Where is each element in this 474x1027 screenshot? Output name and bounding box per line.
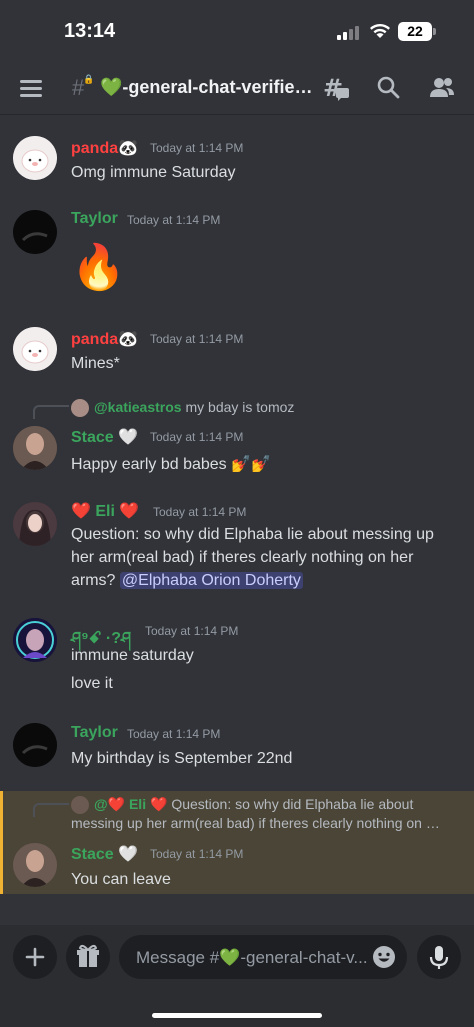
timestamp: Today at 1:14 PM xyxy=(150,332,244,346)
message-emoji: 🔥 xyxy=(71,243,126,292)
members-icon[interactable] xyxy=(428,74,456,102)
home-indicator[interactable] xyxy=(152,1013,322,1018)
user-mention[interactable]: @Elphaba Orion Doherty xyxy=(119,572,303,589)
avatar[interactable] xyxy=(13,843,57,887)
timestamp: Today at 1:14 PM xyxy=(145,624,239,638)
channel-header: # 🔒 💚-general-chat-verifie… # xyxy=(0,62,474,115)
author-name[interactable]: Stace 🤍 xyxy=(71,427,138,447)
microphone-icon xyxy=(429,946,449,969)
message-text: immune saturday xyxy=(71,647,194,664)
author-name[interactable]: Stace 🤍 xyxy=(71,844,138,864)
search-icon[interactable] xyxy=(375,74,403,102)
avatar[interactable] xyxy=(13,502,57,546)
gift-button[interactable] xyxy=(66,935,110,979)
status-time: 13:14 xyxy=(64,20,116,42)
gift-icon xyxy=(77,944,99,967)
author-name[interactable]: panda🐼 xyxy=(71,138,138,158)
reply-preview[interactable]: @katieastros my bday is tomoz xyxy=(71,399,294,418)
message-list[interactable]: panda🐼 Today at 1:14 PM Omg immune Satur… xyxy=(0,115,474,925)
menu-icon[interactable] xyxy=(20,80,42,97)
add-attachment-button[interactable] xyxy=(13,935,57,979)
message-text: Mines* xyxy=(71,355,120,372)
timestamp: Today at 1:14 PM xyxy=(127,727,221,741)
message-text: You can leave xyxy=(71,871,171,888)
avatar[interactable] xyxy=(13,426,57,470)
lock-icon: 🔒 xyxy=(83,74,95,84)
timestamp: Today at 1:14 PM xyxy=(150,847,244,861)
avatar[interactable] xyxy=(13,618,57,662)
timestamp: Today at 1:14 PM xyxy=(150,141,244,155)
battery-cap xyxy=(433,28,436,35)
message-text: My birthday is September 22nd xyxy=(71,750,293,767)
author-name[interactable]: Taylor xyxy=(71,724,118,742)
reply-avatar xyxy=(71,399,89,418)
reply-preview-continued: messing up her arm(real bad) if theres c… xyxy=(71,815,440,831)
timestamp: Today at 1:14 PM xyxy=(153,505,247,519)
cellular-signal-icon xyxy=(337,24,361,40)
message-text: Omg immune Saturday xyxy=(71,164,236,181)
message-text: love it xyxy=(71,675,113,692)
status-bar: 13:14 22 xyxy=(0,0,474,60)
message-text: Happy early bd babes 💅💅 xyxy=(71,456,271,473)
reply-connector xyxy=(33,803,69,817)
wifi-icon xyxy=(370,24,390,38)
author-name[interactable]: ❤️ Eli ❤️ xyxy=(71,501,139,521)
plus-icon xyxy=(25,947,45,967)
message-input[interactable] xyxy=(134,935,373,981)
threads-icon[interactable]: # xyxy=(322,74,350,102)
avatar[interactable] xyxy=(13,136,57,180)
avatar[interactable] xyxy=(13,210,57,254)
battery-indicator: 22 xyxy=(398,22,432,41)
timestamp: Today at 1:14 PM xyxy=(127,213,221,227)
reply-preview[interactable]: @❤️ Eli ❤️ Question: so why did Elphaba … xyxy=(71,796,413,815)
message-input-pill xyxy=(119,935,407,981)
avatar[interactable] xyxy=(13,327,57,371)
author-name[interactable]: panda🐼 xyxy=(71,329,138,349)
message-composer xyxy=(0,925,474,1027)
voice-message-button[interactable] xyxy=(417,935,461,979)
reply-connector xyxy=(33,405,69,419)
timestamp: Today at 1:14 PM xyxy=(150,430,244,444)
emoji-icon[interactable] xyxy=(372,945,396,969)
author-name[interactable]: Taylor xyxy=(71,210,118,228)
channel-name[interactable]: 💚-general-chat-verifie… xyxy=(100,77,312,98)
message-text: Question: so why did Elphaba lie about m… xyxy=(71,526,434,589)
reply-avatar xyxy=(71,796,89,815)
avatar[interactable] xyxy=(13,723,57,767)
